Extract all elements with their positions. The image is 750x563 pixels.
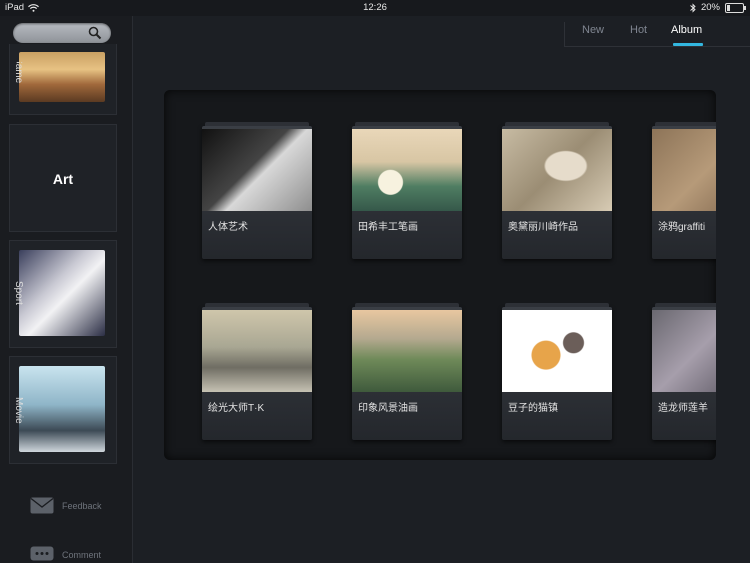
album-grid: 人体艺术 田希丰工笔画 奥黛丽川崎作品 涂鸦graffiti 绘光大师T·K 印… [164,90,716,460]
album-title: 人体艺术 [208,222,248,233]
album-card[interactable]: 造龙师莲羊 [652,303,716,440]
comment-link[interactable]: Comment [30,546,101,563]
status-bar: iPad 12:26 20% [0,0,750,16]
sidebar-item-game[interactable]: Game [9,44,117,115]
bluetooth-icon [690,2,696,13]
game-thumbnail [19,52,105,102]
album-image [352,310,462,392]
album-image [202,129,312,211]
album-card[interactable]: 绘光大师T·K [202,303,312,440]
active-tab-indicator [673,43,703,46]
album-title: 涂鸦graffiti [658,222,706,233]
album-image [652,129,716,211]
album-card[interactable]: 奥黛丽川崎作品 [502,122,612,259]
album-image [652,310,716,392]
album-image [502,310,612,392]
sidebar-item-label: Sport [13,281,24,305]
search-input[interactable] [13,23,111,43]
battery-percent: 20% [700,2,720,13]
feedback-label: Feedback [62,500,102,511]
album-title: 造龙师莲羊 [658,403,708,414]
tab-hot[interactable]: Hot [630,24,647,36]
album-card[interactable]: 豆子的猫镇 [502,303,612,440]
mail-icon [30,497,54,514]
comment-icon [30,546,54,561]
sidebar-item-art[interactable]: Art [9,124,117,232]
feedback-link[interactable]: Feedback [30,497,102,514]
album-image [202,310,312,392]
tab-album[interactable]: Album [671,24,702,36]
tab-new[interactable]: New [582,24,604,36]
album-image [352,129,462,211]
album-card[interactable]: 印象风景油画 [352,303,462,440]
battery-icon [725,2,746,13]
sidebar: Game Art Sport Movie Feedback Comment [0,16,133,563]
album-image [502,129,612,211]
album-title: 豆子的猫镇 [508,403,558,414]
album-card[interactable]: 涂鸦graffiti [652,122,716,259]
album-title: 田希丰工笔画 [358,222,418,233]
sport-thumbnail [19,250,105,336]
comment-label: Comment [62,549,102,560]
album-card[interactable]: 田希丰工笔画 [352,122,462,259]
search-icon [88,26,102,40]
album-title: 绘光大师T·K [208,403,265,414]
album-title: 印象风景油画 [358,403,418,414]
sidebar-item-sport[interactable]: Sport [9,240,117,348]
movie-thumbnail [19,366,105,452]
sidebar-item-label: Art [52,171,74,187]
sidebar-item-label: Movie [13,397,24,424]
album-title: 奥黛丽川崎作品 [508,222,578,233]
album-card[interactable]: 人体艺术 [202,122,312,259]
tab-bar: New Hot Album [564,22,750,47]
status-time: 12:26 [363,2,387,13]
sidebar-item-movie[interactable]: Movie [9,356,117,464]
